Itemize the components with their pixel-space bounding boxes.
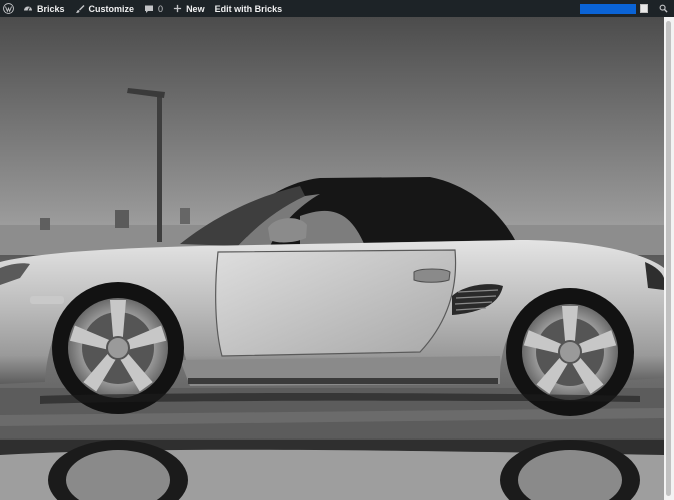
- brush-icon: [75, 4, 85, 13]
- edit-with-bricks-link[interactable]: Edit with Bricks: [210, 0, 288, 17]
- new-label: New: [186, 3, 205, 14]
- wordpress-logo-menu[interactable]: [0, 0, 18, 17]
- customize-link[interactable]: Customize: [70, 0, 140, 17]
- page-scrollbar[interactable]: [664, 17, 674, 500]
- site-name-label: Bricks: [37, 3, 65, 14]
- wordpress-icon: [3, 3, 14, 14]
- plus-icon: [173, 4, 182, 13]
- edit-with-bricks-label: Edit with Bricks: [214, 3, 283, 14]
- comment-icon: [145, 5, 154, 13]
- scrollbar-thumb[interactable]: [666, 21, 671, 496]
- customize-label: Customize: [88, 3, 135, 14]
- my-account-menu[interactable]: [580, 3, 636, 14]
- search-icon: [659, 4, 668, 13]
- site-name-menu[interactable]: Bricks: [18, 0, 70, 17]
- dashboard-icon: [24, 6, 32, 11]
- admin-bar-secondary: [580, 0, 674, 17]
- admin-bar: Bricks Customize 0 New Edit with Bricks: [0, 0, 674, 17]
- new-content-menu[interactable]: New: [168, 0, 210, 17]
- avatar[interactable]: [640, 4, 648, 13]
- comments-count: 0: [158, 3, 164, 14]
- hero-image: [0, 17, 664, 500]
- admin-bar-search[interactable]: [656, 0, 670, 17]
- car-photo: [0, 17, 664, 500]
- comments-link[interactable]: 0: [139, 0, 168, 17]
